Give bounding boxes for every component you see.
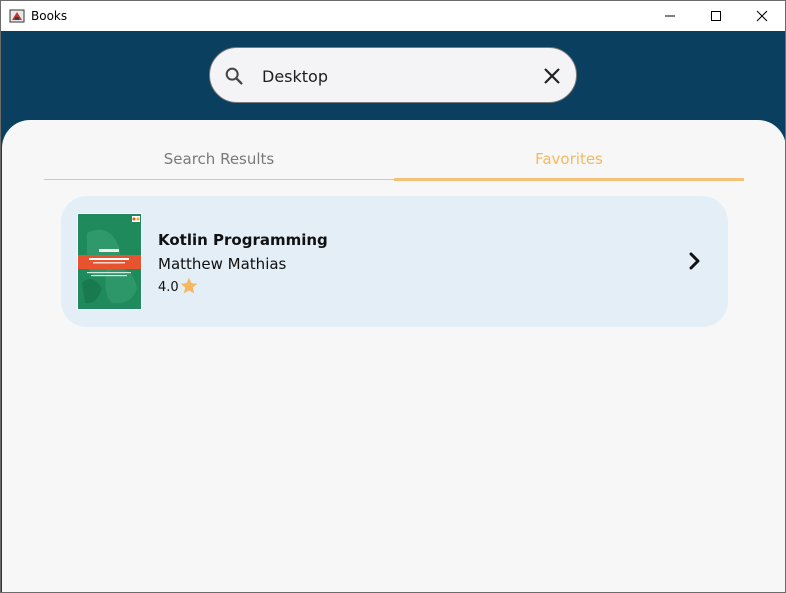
close-window-button[interactable] (739, 1, 785, 31)
star-icon (179, 276, 199, 296)
minimize-button[interactable] (647, 1, 693, 31)
book-cover-image (77, 213, 142, 310)
book-title: Kotlin Programming (158, 231, 328, 249)
clear-search-button[interactable] (540, 64, 564, 88)
book-author: Matthew Mathias (158, 255, 287, 273)
content-sheet: Search Results Favorites Kotlin Programm… (2, 120, 785, 592)
tab-favorites[interactable]: Favorites (394, 139, 744, 179)
book-rating: 4.0 (158, 280, 179, 295)
maximize-icon (711, 11, 721, 21)
search-bar (209, 47, 577, 103)
books-app-icon (9, 8, 25, 24)
search-input[interactable] (262, 62, 522, 90)
search-icon (223, 65, 245, 87)
title-bar: Books (1, 1, 785, 31)
tab-search-results[interactable]: Search Results (44, 139, 394, 179)
app-window: Books Desktop Search Results Favorites K… (0, 0, 786, 593)
maximize-button[interactable] (693, 1, 739, 31)
chevron-right-icon[interactable] (684, 250, 706, 272)
minimize-icon (665, 15, 675, 17)
favorite-book-card[interactable]: Kotlin Programming Matthew Mathias 4.0 (61, 196, 728, 327)
window-title: Books (31, 9, 68, 23)
tab-divider (44, 179, 394, 180)
close-icon (756, 10, 768, 22)
tab-bar: Search Results Favorites (44, 139, 744, 181)
tab-selected-indicator (394, 178, 744, 181)
clear-icon (544, 68, 560, 84)
